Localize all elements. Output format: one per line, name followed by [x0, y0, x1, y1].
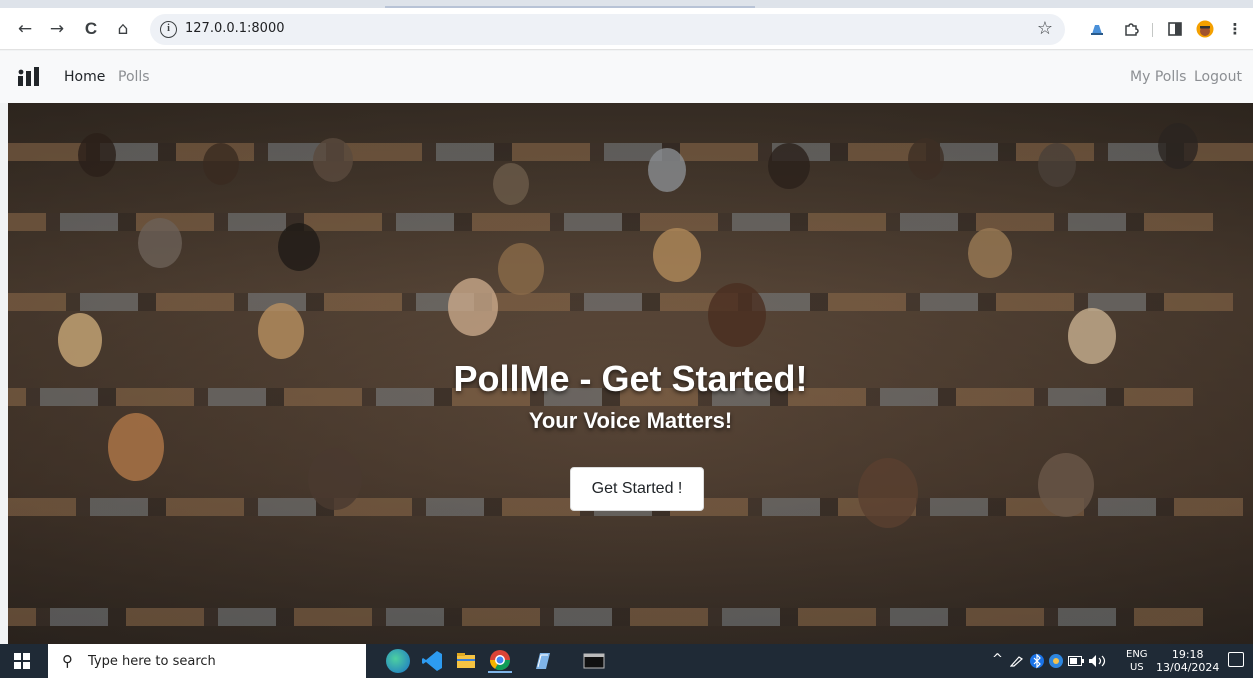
bookmark-star-icon[interactable]: ☆ — [1037, 18, 1053, 39]
menu-icon[interactable]: ⋮ — [1224, 18, 1246, 40]
extension-icon[interactable] — [1086, 18, 1108, 40]
nav-my-polls-link[interactable]: My Polls — [1130, 69, 1186, 85]
taskbar-search-input[interactable]: ⚲ Type here to search — [48, 644, 366, 678]
sidebar-icon[interactable] — [1164, 18, 1186, 40]
language-code: ENG — [1126, 649, 1148, 660]
tab-strip — [0, 0, 1253, 8]
notes-icon[interactable] — [530, 649, 554, 673]
hero-title: PollMe - Get Started! — [453, 358, 808, 399]
nav-polls-link[interactable]: Polls — [118, 69, 150, 85]
url-text[interactable]: 127.0.0.1:8000 — [185, 21, 285, 36]
site-navbar: Home Polls My Polls Logout — [0, 51, 1253, 103]
browser-toolbar: ← → C ⌂ i 127.0.0.1:8000 ☆ ⋮ — [0, 8, 1253, 50]
site-info-icon[interactable]: i — [160, 21, 177, 38]
get-started-button[interactable]: Get Started ! — [570, 467, 704, 511]
region-code: US — [1129, 662, 1144, 673]
hero-content: PollMe - Get Started! Your Voice Matters… — [8, 103, 1253, 644]
nav-home-link[interactable]: Home — [64, 69, 105, 85]
terminal-icon[interactable] — [582, 649, 606, 673]
nav-logout-link[interactable]: Logout — [1194, 69, 1242, 85]
notification-icon[interactable] — [1228, 652, 1244, 667]
back-button[interactable]: ← — [14, 18, 36, 40]
pen-icon[interactable] — [1009, 655, 1024, 667]
search-icon: ⚲ — [62, 652, 73, 670]
hero-subtitle: Your Voice Matters! — [528, 408, 733, 433]
chrome-icon[interactable] — [488, 649, 512, 673]
security-icon[interactable] — [1048, 653, 1064, 672]
volume-icon[interactable] — [1088, 654, 1110, 671]
address-bar[interactable]: i 127.0.0.1:8000 ☆ — [150, 14, 1065, 45]
forward-button[interactable]: → — [46, 18, 68, 40]
active-tab-edge — [385, 0, 755, 8]
bluetooth-icon[interactable] — [1030, 653, 1044, 672]
tray-chevron-icon[interactable]: ^ — [992, 652, 1003, 667]
taskbar-search-placeholder: Type here to search — [88, 654, 216, 669]
puzzle-icon[interactable] — [1120, 18, 1142, 40]
taskbar-clock[interactable]: 19:18 13/04/2024 — [1156, 648, 1219, 674]
language-indicator[interactable]: ENG US — [1126, 648, 1148, 674]
clock-date: 13/04/2024 — [1156, 661, 1220, 674]
windows-start-icon[interactable] — [14, 653, 30, 669]
profile-icon[interactable] — [1194, 18, 1216, 40]
hero-banner: PollMe - Get Started! Your Voice Matters… — [8, 103, 1253, 644]
battery-icon[interactable] — [1068, 656, 1084, 669]
logo-icon[interactable] — [18, 67, 40, 87]
home-button[interactable]: ⌂ — [112, 18, 134, 40]
edge-icon[interactable] — [386, 649, 410, 673]
os-taskbar: ⚲ Type here to search ^ ENG US 19:18 13/… — [0, 644, 1253, 678]
clock-time: 19:18 — [1171, 648, 1204, 661]
toolbar-separator — [1152, 23, 1153, 37]
reload-button[interactable]: C — [80, 18, 102, 40]
vscode-icon[interactable] — [420, 649, 444, 673]
file-explorer-icon[interactable] — [454, 649, 478, 673]
